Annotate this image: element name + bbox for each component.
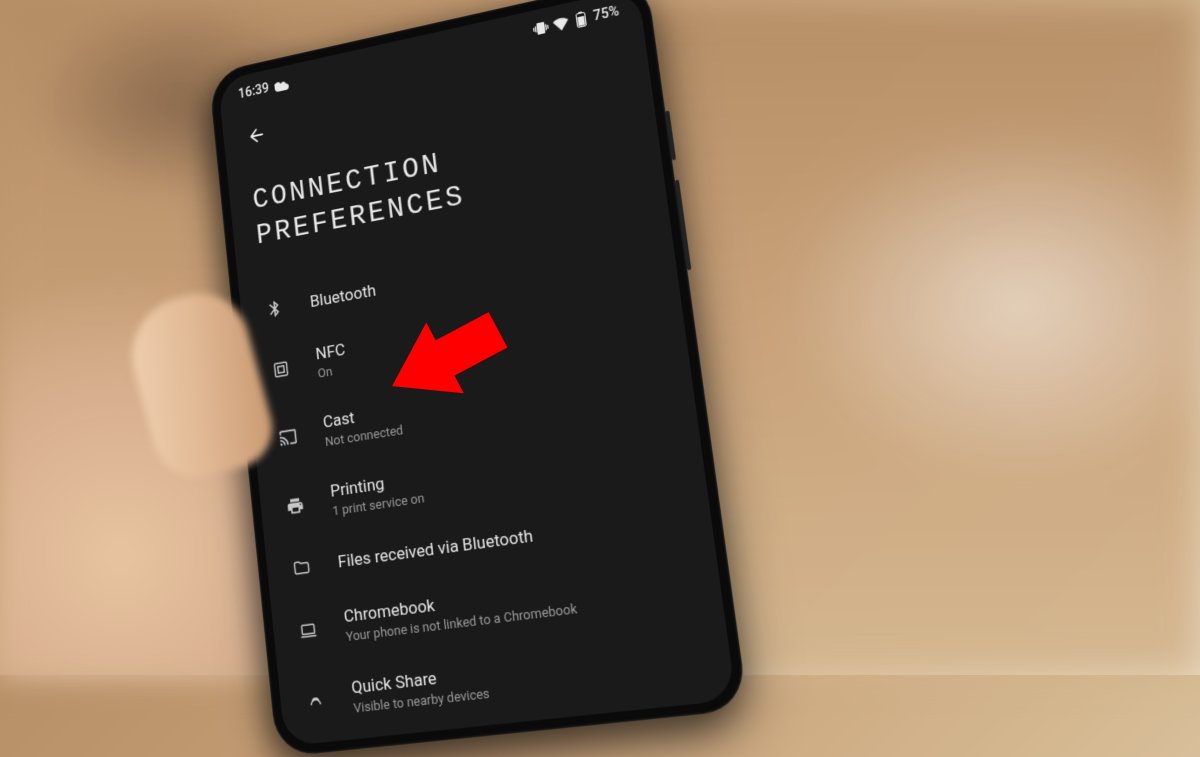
bluetooth-icon — [263, 296, 286, 322]
cast-icon — [276, 424, 300, 450]
print-icon — [283, 492, 307, 518]
cloud-icon — [273, 77, 288, 95]
phone: 16:39 75% — [208, 0, 748, 757]
phone-screen: 16:39 75% — [218, 0, 736, 746]
status-battery-percent: 75% — [592, 3, 620, 24]
folder-icon — [290, 555, 314, 581]
laptop-icon — [296, 617, 320, 644]
battery-icon — [572, 10, 589, 29]
settings-list: Bluetooth NFC On — [239, 209, 736, 741]
back-button[interactable] — [238, 114, 276, 158]
share-icon — [303, 688, 327, 715]
nfc-icon — [269, 356, 293, 382]
arrow-left-icon — [246, 123, 267, 147]
status-time: 16:39 — [238, 81, 270, 102]
wifi-icon — [552, 15, 569, 34]
vibrate-icon — [532, 19, 549, 38]
phone-frame: 16:39 75% — [208, 0, 748, 757]
